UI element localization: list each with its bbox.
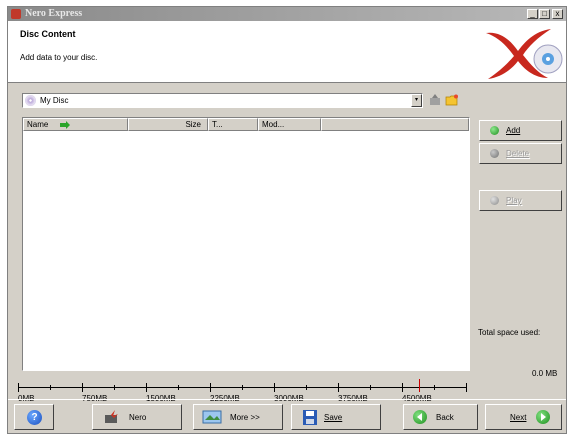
new-folder-icon[interactable] — [445, 94, 459, 106]
disc-name-value: My Disc — [40, 96, 69, 105]
save-button[interactable]: Save — [291, 404, 381, 430]
nero-app-icon — [11, 9, 21, 19]
bottom-separator — [8, 399, 566, 400]
capacity-major-tick — [274, 383, 275, 392]
capacity-major-tick — [466, 383, 467, 392]
add-icon — [490, 126, 499, 135]
column-header-type[interactable]: T... — [208, 118, 258, 131]
capacity-major-tick — [338, 383, 339, 392]
page-subtitle: Add data to your disc. — [20, 53, 98, 62]
disc-name-select[interactable]: My Disc ▾ — [22, 93, 423, 108]
file-list-header: Name Size T... Mod... — [23, 118, 469, 131]
back-arrow-icon — [413, 410, 427, 424]
page-header: Disc Content Add data to your disc. — [8, 21, 566, 83]
capacity-major-tick — [18, 383, 19, 392]
more-button[interactable]: More >> — [193, 404, 283, 430]
window-title: Nero Express — [25, 8, 83, 19]
delete-button[interactable]: Delete — [479, 143, 562, 164]
nero-x-logo-icon — [486, 29, 563, 79]
nero-icon — [105, 410, 118, 423]
disc-icon — [25, 95, 36, 106]
capacity-minor-tick — [50, 385, 51, 390]
up-folder-icon[interactable] — [429, 94, 441, 106]
sort-arrow-icon — [59, 120, 70, 129]
column-header-size[interactable]: Size — [128, 118, 208, 131]
close-button[interactable]: x — [552, 9, 563, 19]
capacity-minor-tick — [434, 385, 435, 390]
back-button[interactable]: Back — [403, 404, 478, 430]
column-header-modified[interactable]: Mod... — [258, 118, 321, 131]
capacity-minor-tick — [242, 385, 243, 390]
help-button[interactable]: ? — [14, 404, 54, 430]
play-icon — [490, 196, 499, 205]
maximize-button[interactable]: □ — [539, 9, 550, 19]
add-button[interactable]: Add — [479, 120, 562, 141]
column-header-filler — [321, 118, 469, 131]
title-bar[interactable]: Nero Express _ □ x — [8, 7, 566, 21]
next-button[interactable]: Next — [485, 404, 562, 430]
play-button[interactable]: Play — [479, 190, 562, 211]
minimize-button[interactable]: _ — [527, 9, 538, 19]
capacity-major-tick — [210, 383, 211, 392]
chevron-down-icon[interactable]: ▾ — [411, 94, 422, 107]
file-list[interactable]: Name Size T... Mod... — [22, 117, 470, 371]
page-title: Disc Content — [20, 29, 76, 39]
total-space-value: 0.0 MB — [532, 369, 558, 378]
nero-express-window: Nero Express _ □ x Disc Content Add data… — [7, 6, 567, 434]
delete-icon — [490, 149, 499, 158]
total-space-label: Total space used: — [478, 328, 541, 337]
floppy-disk-icon — [303, 410, 317, 425]
capacity-limit-marker — [419, 379, 420, 392]
capacity-minor-tick — [114, 385, 115, 390]
more-options-icon — [202, 410, 222, 424]
column-header-name[interactable]: Name — [23, 118, 128, 131]
nero-button[interactable]: Nero — [92, 404, 182, 430]
capacity-major-tick — [82, 383, 83, 392]
capacity-minor-tick — [370, 385, 371, 390]
capacity-minor-tick — [306, 385, 307, 390]
capacity-major-tick — [146, 383, 147, 392]
capacity-minor-tick — [178, 385, 179, 390]
help-icon: ? — [27, 410, 42, 425]
capacity-major-tick — [402, 383, 403, 392]
capacity-bar: 0MB750MB1500MB2250MB3000MB3750MB4500MB — [18, 379, 468, 405]
next-arrow-icon — [536, 410, 550, 424]
